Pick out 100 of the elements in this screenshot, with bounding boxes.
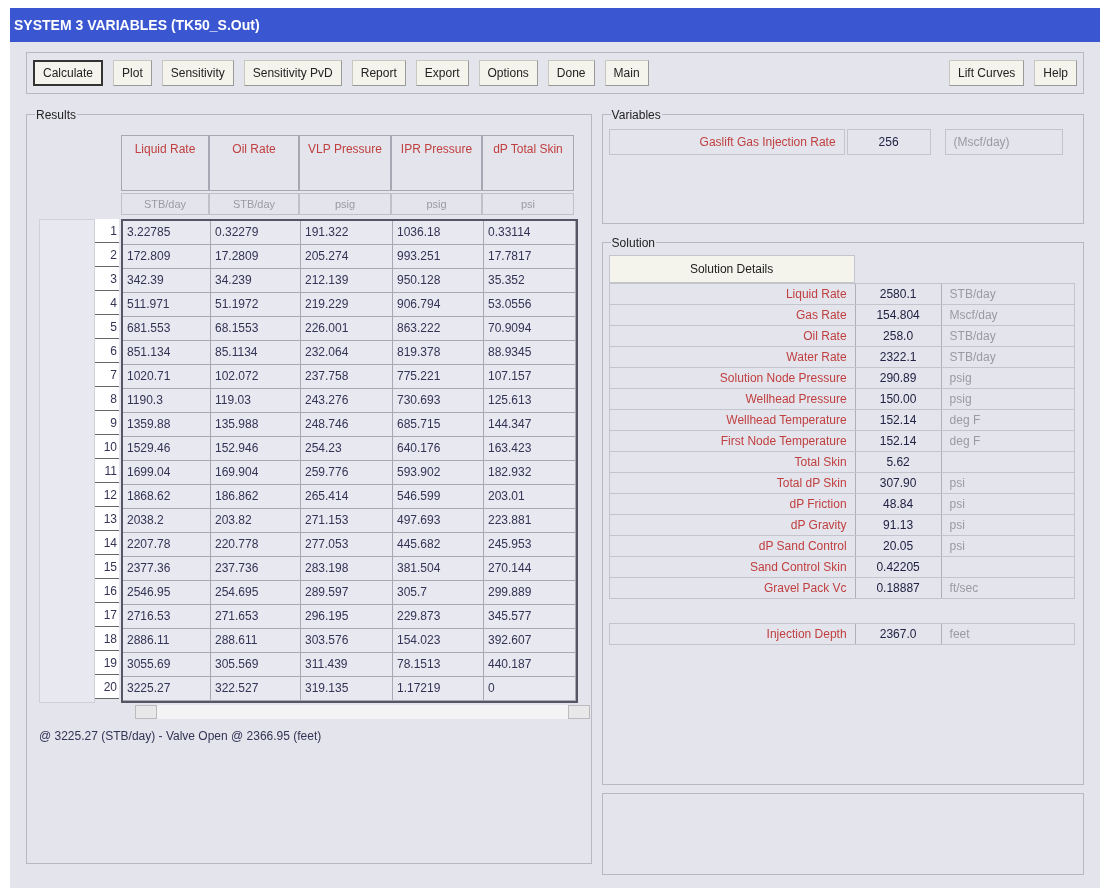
table-cell: 107.157 [484, 365, 576, 389]
table-cell: 68.1553 [211, 317, 301, 341]
solution-unit: psig [948, 391, 973, 408]
table-cell: 1359.88 [123, 413, 211, 437]
toolbar-button[interactable]: Done [547, 60, 595, 86]
column-unit: STB/day [209, 193, 299, 215]
table-cell: 950.128 [393, 269, 484, 293]
table-cell: 345.577 [484, 605, 576, 629]
table-cell: 169.904 [211, 461, 301, 485]
table-cell: 0.32279 [211, 221, 301, 245]
table-cell: 311.439 [301, 653, 393, 677]
toolbar-button[interactable]: Sensitivity PvD [243, 60, 342, 86]
table-cell: 271.653 [211, 605, 301, 629]
solution-value: 0.18887 [855, 578, 942, 598]
table-cell: 906.794 [393, 293, 484, 317]
solution-unit: STB/day [948, 328, 997, 345]
toolbar-button[interactable]: Help [1034, 60, 1077, 86]
table-cell: 154.023 [393, 629, 484, 653]
table-cell: 0 [484, 677, 576, 701]
variable-label: Gaslift Gas Injection Rate [608, 129, 845, 155]
solution-value: 307.90 [855, 473, 942, 493]
table-cell: 35.352 [484, 269, 576, 293]
toolbar-button[interactable]: Sensitivity [161, 60, 234, 86]
scroll-right-button[interactable] [568, 705, 590, 719]
table-cell: 511.971 [123, 293, 211, 317]
table-cell: 851.134 [123, 341, 211, 365]
table-cell: 1699.04 [123, 461, 211, 485]
toolbar-button[interactable]: Report [351, 60, 406, 86]
table-cell: 2716.53 [123, 605, 211, 629]
solution-value: 290.89 [855, 368, 942, 388]
table-cell: 319.135 [301, 677, 393, 701]
table-cell: 237.736 [211, 557, 301, 581]
solution-value: 48.84 [855, 494, 942, 514]
row-number: 15 [95, 555, 119, 579]
solution-value: 150.00 [855, 389, 942, 409]
table-cell: 243.276 [301, 389, 393, 413]
table-cell: 1020.71 [123, 365, 211, 389]
row-number: 7 [95, 363, 119, 387]
table-cell: 3055.69 [123, 653, 211, 677]
table-cell: 265.414 [301, 485, 393, 509]
horizontal-scrollbar[interactable] [135, 705, 590, 719]
table-cell: 232.064 [301, 341, 393, 365]
toolbar-button[interactable]: Export [415, 60, 469, 86]
column-unit: psig [299, 193, 391, 215]
row-number: 14 [95, 531, 119, 555]
table-cell: 259.776 [301, 461, 393, 485]
table-cell: 254.23 [301, 437, 393, 461]
table-cell: 342.39 [123, 269, 211, 293]
table-cell: 119.03 [211, 389, 301, 413]
table-cell: 223.881 [484, 509, 576, 533]
row-number: 4 [95, 291, 119, 315]
table-cell: 205.274 [301, 245, 393, 269]
solution-unit: psi [948, 475, 966, 492]
table-cell: 270.144 [484, 557, 576, 581]
column-unit: psi [482, 193, 574, 215]
row-number: 16 [95, 579, 119, 603]
table-cell: 2377.36 [123, 557, 211, 581]
toolbar-button[interactable]: Lift Curves [948, 60, 1025, 86]
solution-unit: psi [948, 517, 966, 534]
toolbar-button[interactable]: Options [478, 60, 538, 86]
solution-value: 91.13 [855, 515, 942, 535]
table-cell: 70.9094 [484, 317, 576, 341]
row-number: 19 [95, 651, 119, 675]
table-cell: 392.607 [484, 629, 576, 653]
solution-unit: psi [948, 496, 966, 513]
table-cell: 125.613 [484, 389, 576, 413]
solution-unit: Mscf/day [948, 307, 999, 324]
table-cell: 254.695 [211, 581, 301, 605]
solution-unit: feet [948, 626, 971, 643]
solution-value: 152.14 [855, 410, 942, 430]
scroll-left-button[interactable] [135, 705, 157, 719]
table-cell: 229.873 [393, 605, 484, 629]
table-cell: 1868.62 [123, 485, 211, 509]
table-cell: 296.195 [301, 605, 393, 629]
toolbar-button[interactable]: Main [604, 60, 649, 86]
table-cell: 1.17219 [393, 677, 484, 701]
table-cell: 212.139 [301, 269, 393, 293]
variable-unit: (Mscf/day) [944, 129, 1063, 155]
row-number: 1 [95, 219, 119, 243]
solution-unit: psi [948, 538, 966, 555]
solution-value: 2367.0 [855, 624, 942, 644]
table-cell: 88.9345 [484, 341, 576, 365]
table-cell: 102.072 [211, 365, 301, 389]
row-number: 13 [95, 507, 119, 531]
solution-value: 5.62 [855, 452, 942, 472]
table-cell: 640.176 [393, 437, 484, 461]
solution-unit: deg F [948, 412, 982, 429]
toolbar-button[interactable]: Plot [113, 60, 152, 86]
table-cell: 152.946 [211, 437, 301, 461]
table-cell: 322.527 [211, 677, 301, 701]
table-cell: 497.693 [393, 509, 484, 533]
table-cell: 2207.78 [123, 533, 211, 557]
row-number: 9 [95, 411, 119, 435]
row-number: 10 [95, 435, 119, 459]
row-number: 11 [95, 459, 119, 483]
solution-value: 0.42205 [855, 557, 942, 577]
table-cell: 305.7 [393, 581, 484, 605]
solution-details-button[interactable]: Solution Details [608, 255, 855, 283]
toolbar-button[interactable]: Calculate [33, 60, 104, 86]
solution-unit: STB/day [948, 286, 997, 303]
